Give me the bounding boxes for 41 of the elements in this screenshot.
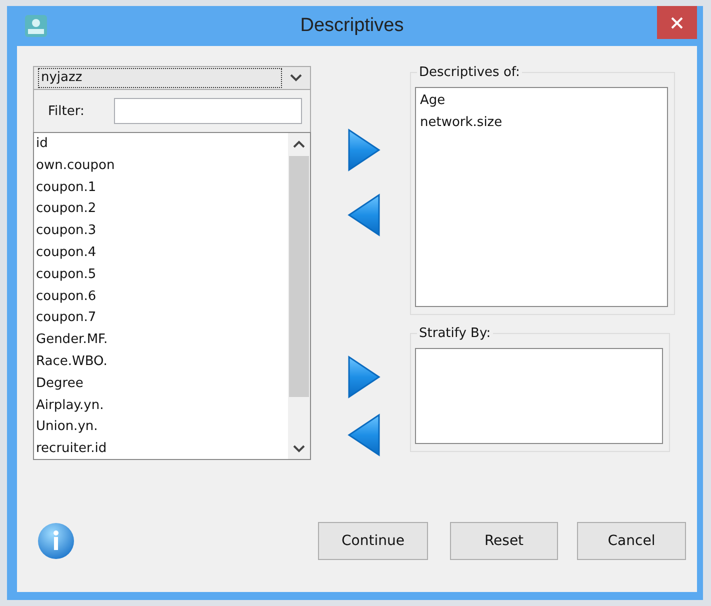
variable-item[interactable]: coupon.7: [34, 307, 288, 330]
dataset-dropdown[interactable]: nyjazz: [33, 66, 311, 90]
chevron-down-icon: [293, 445, 305, 453]
right-arrow-icon[interactable]: [346, 128, 380, 172]
variable-item[interactable]: Race.WBO.: [34, 350, 288, 373]
variable-item[interactable]: coupon.3: [34, 220, 288, 242]
variable-item[interactable]: coupon.6: [34, 286, 288, 308]
info-icon[interactable]: [37, 522, 75, 560]
scrollbar[interactable]: [288, 133, 310, 459]
scrollbar-thumb[interactable]: [289, 156, 309, 397]
variable-item[interactable]: Airplay.yn.: [34, 394, 288, 416]
stratify-list[interactable]: [415, 348, 663, 444]
chevron-up-icon: [293, 140, 305, 148]
dialog-button[interactable]: Cancel: [577, 522, 686, 560]
variable-item[interactable]: recruiter.id: [34, 438, 288, 460]
dialog-button[interactable]: Reset: [450, 522, 558, 560]
right-arrow-icon[interactable]: [346, 355, 380, 399]
list-item[interactable]: Age: [418, 90, 665, 112]
close-button[interactable]: [657, 6, 697, 39]
variable-item[interactable]: coupon.4: [34, 242, 288, 264]
app-logo-icon: [25, 15, 47, 37]
variable-item[interactable]: coupon.5: [34, 264, 288, 286]
left-arrow-icon[interactable]: [346, 193, 380, 237]
variable-item[interactable]: Union.yn.: [34, 416, 288, 438]
variable-item[interactable]: Degree: [34, 372, 288, 395]
chevron-down-icon: [290, 74, 302, 82]
filter-label: Filter:: [48, 104, 84, 118]
close-icon: [671, 16, 683, 28]
list-item[interactable]: network.size: [418, 112, 665, 134]
variable-item[interactable]: coupon.1: [34, 176, 288, 198]
variable-item[interactable]: own.coupon: [34, 154, 288, 177]
left-arrow-icon[interactable]: [346, 413, 380, 457]
filter-field[interactable]: [114, 98, 302, 124]
window-title: Descriptives: [299, 15, 405, 37]
variable-item[interactable]: Gender.MF.: [34, 329, 288, 351]
group-label: Stratify By:: [417, 326, 493, 341]
variable-item[interactable]: id: [34, 133, 288, 155]
variable-item[interactable]: coupon.2: [34, 198, 288, 220]
dialog-button[interactable]: Continue: [318, 522, 428, 560]
descriptives-list[interactable]: Age network.size: [415, 87, 668, 307]
group-label: Descriptives of:: [417, 65, 522, 80]
